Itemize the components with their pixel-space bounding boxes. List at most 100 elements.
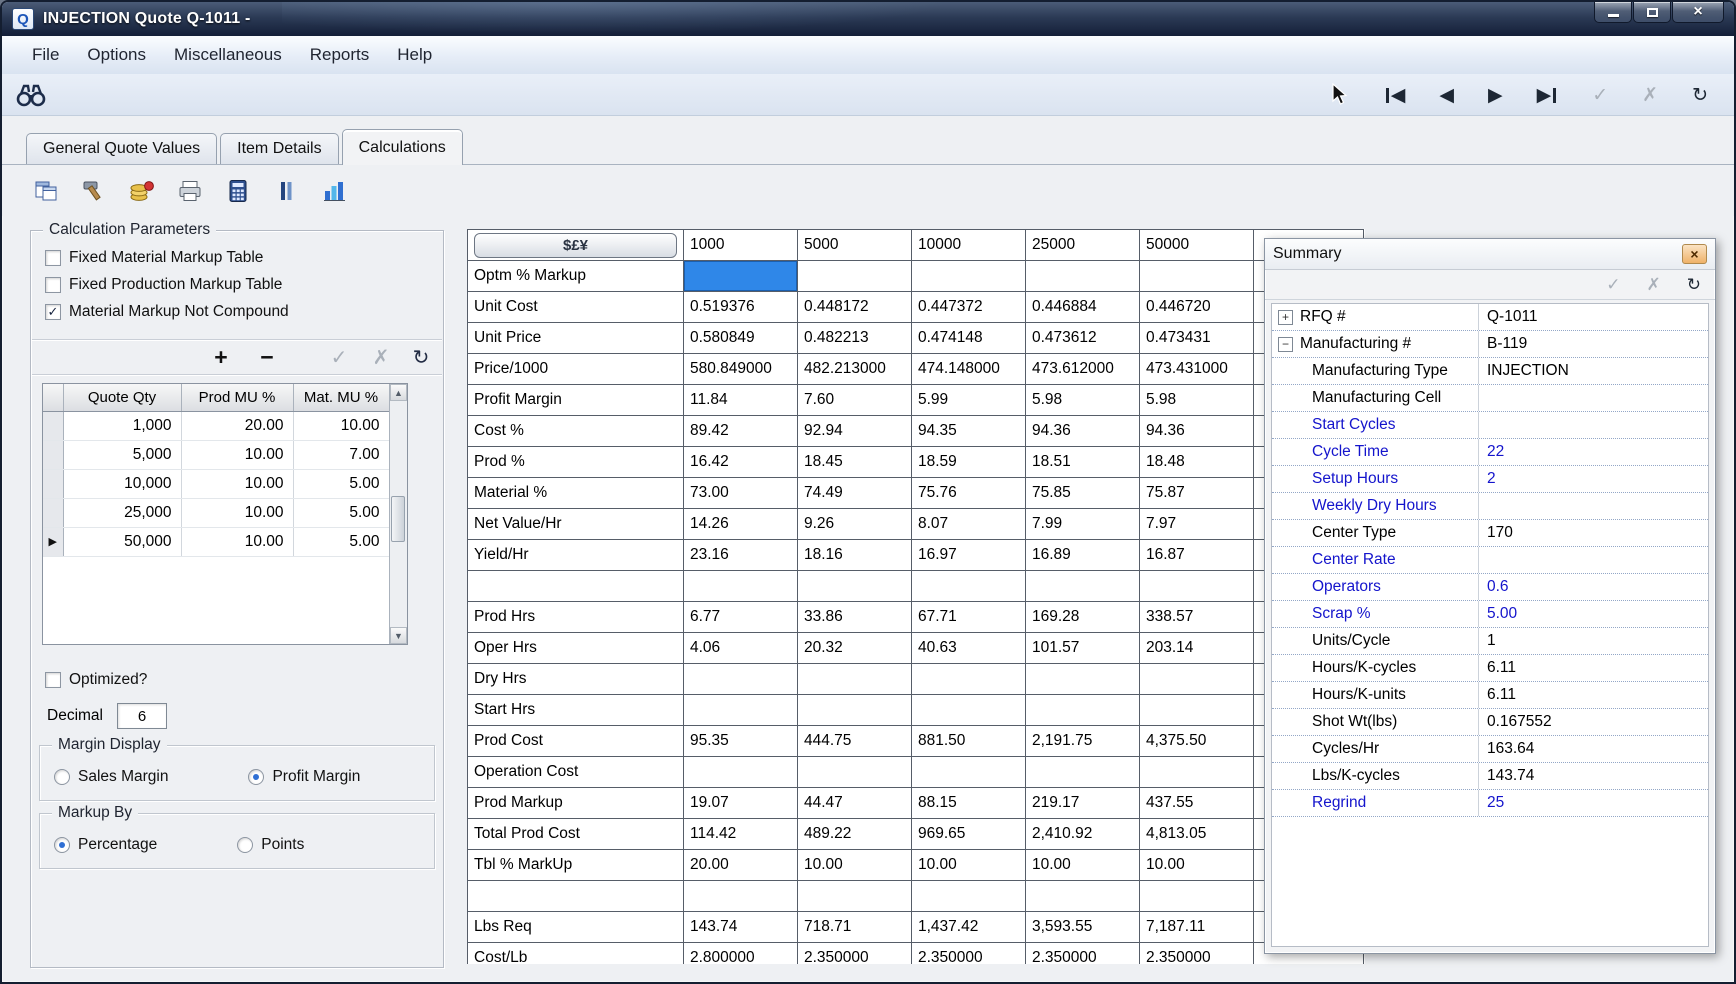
grid-cell[interactable]: 0.446884 [1026, 292, 1140, 323]
optimized-checkbox-row[interactable]: Optimized? [45, 671, 147, 689]
grid-cell[interactable]: 10.00 [1026, 850, 1140, 881]
summary-value[interactable]: 2 [1478, 466, 1708, 492]
copy-sheets-button[interactable] [32, 177, 60, 205]
grid-cell[interactable] [1026, 881, 1140, 912]
summary-value[interactable]: 22 [1478, 439, 1708, 465]
add-row-button[interactable]: + [210, 344, 232, 371]
radio-row-points[interactable]: Points [237, 836, 304, 854]
cancel-row-button[interactable]: ✗ [370, 345, 392, 370]
grid-col-5000[interactable]: 5000 [798, 230, 912, 261]
grid-col-50000[interactable]: 50000 [1140, 230, 1254, 261]
menu-item-help[interactable]: Help [383, 39, 446, 71]
scroll-track[interactable] [390, 401, 407, 627]
grid-cell[interactable]: 94.36 [1026, 416, 1140, 447]
grid-cell[interactable]: 16.89 [1026, 540, 1140, 571]
grid-cell[interactable]: 94.35 [912, 416, 1026, 447]
grid-cell[interactable]: 489.22 [798, 819, 912, 850]
grid-cell[interactable] [684, 695, 798, 726]
remove-row-button[interactable]: − [256, 344, 278, 371]
grid-cell[interactable] [912, 757, 1026, 788]
pointer-button[interactable] [1328, 83, 1350, 107]
radio-row-percentage[interactable]: Percentage [54, 836, 157, 854]
quote-table-scrollbar[interactable]: ▲ ▼ [389, 384, 407, 644]
grid-cell[interactable]: 2,191.75 [1026, 726, 1140, 757]
quote-col-quote-qty[interactable]: Quote Qty [63, 384, 181, 411]
grid-cell[interactable]: 94.36 [1140, 416, 1254, 447]
menu-item-options[interactable]: Options [73, 39, 160, 71]
grid-cell[interactable]: 580.849000 [684, 354, 798, 385]
checkbox-row-fixed-production-markup-table[interactable]: Fixed Production Markup Table [45, 276, 289, 294]
grid-cell[interactable]: 95.35 [684, 726, 798, 757]
checkbox-row-material-markup-not-compound[interactable]: ✓Material Markup Not Compound [45, 303, 289, 321]
scroll-thumb[interactable] [391, 496, 405, 542]
summary-value[interactable]: 0.6 [1478, 574, 1708, 600]
quote-row-selector[interactable] [43, 469, 63, 498]
quote-col-prod-mu[interactable]: Prod MU % [181, 384, 293, 411]
grid-cell[interactable]: 18.45 [798, 447, 912, 478]
quote-cell[interactable]: 5.00 [293, 527, 389, 556]
grid-cell[interactable] [684, 664, 798, 695]
grid-cell[interactable]: 473.612000 [1026, 354, 1140, 385]
grid-cell[interactable]: 75.85 [1026, 478, 1140, 509]
grid-cell[interactable]: 4,375.50 [1140, 726, 1254, 757]
grid-cell[interactable]: 473.431000 [1140, 354, 1254, 385]
grid-cell[interactable]: 7.99 [1026, 509, 1140, 540]
grid-cell[interactable]: 18.48 [1140, 447, 1254, 478]
grid-cell[interactable]: 8.07 [912, 509, 1026, 540]
grid-cell[interactable]: 0.473612 [1026, 323, 1140, 354]
grid-cell[interactable]: 474.148000 [912, 354, 1026, 385]
grid-cell[interactable]: 16.87 [1140, 540, 1254, 571]
grid-cell[interactable]: 169.28 [1026, 602, 1140, 633]
radio-row-sales-margin[interactable]: Sales Margin [54, 768, 168, 786]
optimized-checkbox[interactable] [45, 672, 61, 688]
grid-cell[interactable] [1140, 757, 1254, 788]
grid-cell[interactable] [684, 881, 798, 912]
grid-cell[interactable]: 10.00 [912, 850, 1026, 881]
grid-cell[interactable]: 44.47 [798, 788, 912, 819]
cancel-button[interactable]: ✗ [1642, 84, 1658, 107]
grid-cell[interactable]: 219.17 [1026, 788, 1140, 819]
grid-cell[interactable]: 2.350000 [1026, 943, 1140, 965]
grid-cell[interactable]: 0.448172 [798, 292, 912, 323]
grid-cell[interactable]: 4,813.05 [1140, 819, 1254, 850]
grid-cell[interactable]: 3,593.55 [1026, 912, 1140, 943]
grid-cell[interactable]: 0.447372 [912, 292, 1026, 323]
grid-cell[interactable] [798, 695, 912, 726]
grid-cell[interactable]: 2.800000 [684, 943, 798, 965]
grid-cell[interactable]: 14.26 [684, 509, 798, 540]
grid-cell[interactable] [798, 664, 912, 695]
quote-cell[interactable]: 5,000 [63, 440, 181, 469]
grid-cell[interactable] [1140, 664, 1254, 695]
quote-row-selector[interactable] [43, 498, 63, 527]
menu-item-file[interactable]: File [18, 39, 73, 71]
grid-cell[interactable]: 482.213000 [798, 354, 912, 385]
grid-cell[interactable]: 23.16 [684, 540, 798, 571]
summary-cancel-button[interactable]: ✗ [1647, 275, 1661, 295]
grid-cell[interactable] [912, 571, 1026, 602]
collapse-icon[interactable]: − [1278, 337, 1293, 352]
tab-general-quote-values[interactable]: General Quote Values [26, 133, 217, 164]
next-record-button[interactable]: ▶ [1488, 84, 1503, 107]
grid-cell[interactable]: 73.00 [684, 478, 798, 509]
grid-cell[interactable]: 0.580849 [684, 323, 798, 354]
bar-chart-button[interactable] [320, 177, 348, 205]
grid-cell[interactable]: 16.97 [912, 540, 1026, 571]
radio-percentage[interactable] [54, 837, 70, 853]
quote-cell[interactable]: 5.00 [293, 498, 389, 527]
grid-cell[interactable]: 40.63 [912, 633, 1026, 664]
refresh-rows-button[interactable]: ↻ [410, 345, 432, 370]
grid-cell[interactable]: 10.00 [798, 850, 912, 881]
summary-close-button[interactable]: × [1682, 244, 1707, 264]
grid-cell[interactable]: 881.50 [912, 726, 1026, 757]
grid-cell[interactable]: 74.49 [798, 478, 912, 509]
tools-button[interactable] [80, 177, 108, 205]
quote-col-mat-mu[interactable]: Mat. MU % [293, 384, 389, 411]
grid-cell[interactable]: 2,410.92 [1026, 819, 1140, 850]
grid-cell[interactable]: 718.71 [798, 912, 912, 943]
grid-cell[interactable] [912, 695, 1026, 726]
grid-cell[interactable]: 437.55 [1140, 788, 1254, 819]
grid-cell[interactable]: 19.07 [684, 788, 798, 819]
menu-item-reports[interactable]: Reports [296, 39, 384, 71]
grid-cell[interactable]: 2.350000 [1140, 943, 1254, 965]
grid-cell[interactable] [1026, 695, 1140, 726]
